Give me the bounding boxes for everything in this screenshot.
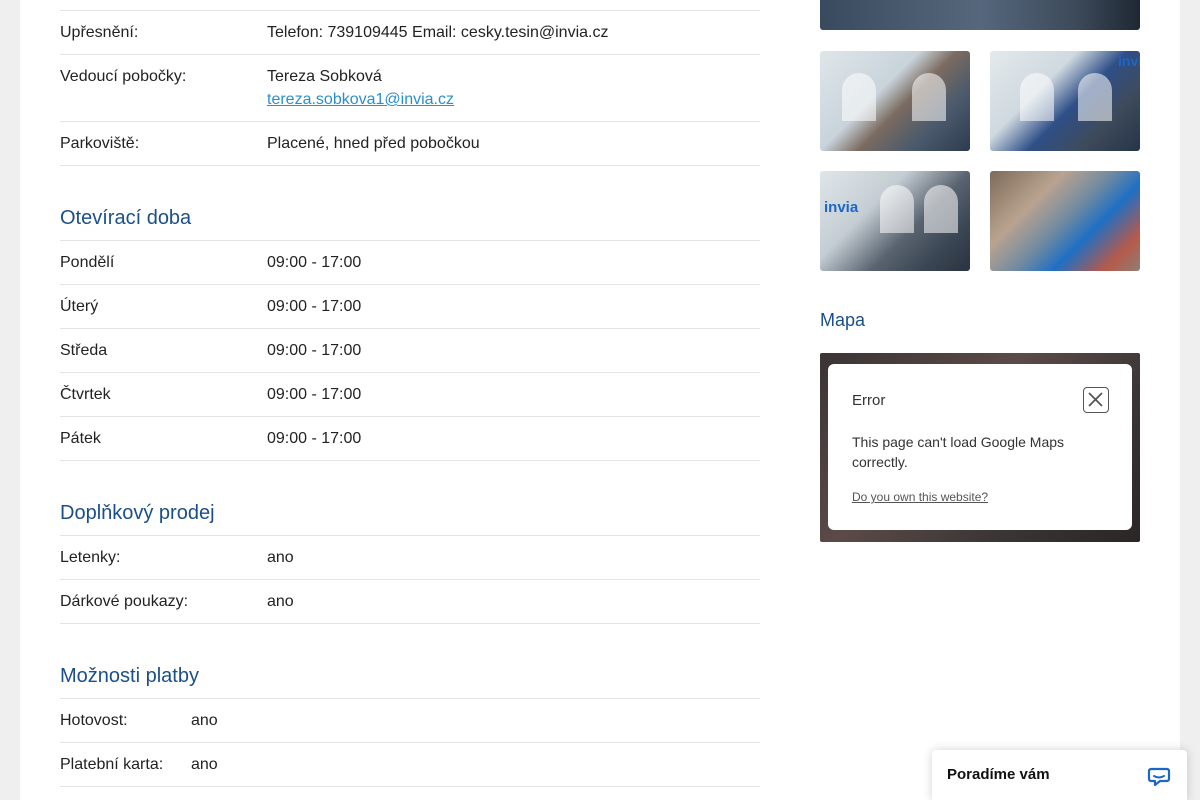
- detail-label: Vedoucí pobočky:: [60, 68, 187, 85]
- hours-value: 09:00 - 17:00: [267, 254, 362, 271]
- day-label: Středa: [60, 342, 108, 359]
- map-error-message: This page can't load Google Maps correct…: [852, 434, 1065, 470]
- payment-label: Platební karta:: [60, 756, 164, 773]
- window-arch: [1020, 73, 1054, 121]
- hours-value: 09:00 - 17:00: [267, 298, 362, 315]
- divider: [60, 10, 760, 11]
- map-error-help-link[interactable]: Do you own this website?: [852, 490, 988, 504]
- window-arch: [1078, 73, 1112, 121]
- hours-row: Středa 09:00 - 17:00: [60, 339, 760, 373]
- day-label: Čtvrtek: [60, 386, 111, 403]
- window-arch: [912, 73, 946, 121]
- hours-row: Úterý 09:00 - 17:00: [60, 295, 760, 329]
- detail-value: Placené, hned před pobočkou: [267, 135, 480, 152]
- extra-sales-row: Letenky: ano: [60, 546, 760, 580]
- hours-row: Pátek 09:00 - 17:00: [60, 427, 760, 461]
- hours-row: Čtvrtek 09:00 - 17:00: [60, 383, 760, 417]
- detail-label: Upřesnění:: [60, 24, 139, 41]
- extra-value: ano: [267, 549, 294, 566]
- detail-row-manager: Vedoucí pobočky: Tereza Sobková tereza.s…: [60, 65, 760, 122]
- chat-widget[interactable]: Poradíme vám: [932, 750, 1187, 800]
- window-arch: [924, 185, 958, 233]
- gallery-photo-office-desk[interactable]: invia: [820, 171, 970, 271]
- payment-value: ano: [191, 712, 218, 729]
- day-label: Pátek: [60, 430, 101, 447]
- map-error-title: Error: [852, 392, 886, 409]
- hours-value: 09:00 - 17:00: [267, 342, 362, 359]
- payment-row: Hotovost: ano: [60, 709, 760, 743]
- section-title-extra-sales: Doplňkový prodej: [60, 501, 760, 536]
- gallery-photo-office-interior[interactable]: [820, 51, 970, 151]
- payment-value: ano: [191, 756, 218, 773]
- map-error-dialog: Error This page can't load Google Maps c…: [828, 364, 1132, 530]
- window-arch: [880, 185, 914, 233]
- hours-row: Pondělí 09:00 - 17:00: [60, 251, 760, 285]
- invia-logo: invia: [824, 199, 859, 216]
- page-card: Upřesnění: Telefon: 739109445 Email: ces…: [20, 0, 1180, 800]
- hours-value: 09:00 - 17:00: [267, 386, 362, 403]
- extra-sales-row: Dárkové poukazy: ano: [60, 590, 760, 624]
- gallery-photo-storefront[interactable]: [990, 171, 1140, 271]
- extra-label: Dárkové poukazy:: [60, 593, 189, 610]
- manager-email-link[interactable]: tereza.sobkova1@invia.cz: [267, 88, 454, 111]
- detail-row-note: Upřesnění: Telefon: 739109445 Email: ces…: [60, 21, 760, 55]
- extra-value: ano: [267, 593, 294, 610]
- chat-bubble-icon[interactable]: [1147, 764, 1171, 788]
- close-icon[interactable]: [1083, 387, 1109, 413]
- manager-name: Tereza Sobková: [267, 68, 382, 85]
- detail-label: Parkoviště:: [60, 135, 140, 152]
- day-label: Pondělí: [60, 254, 115, 271]
- section-title-payment: Možnosti platby: [60, 664, 760, 699]
- map-title: Mapa: [820, 310, 866, 330]
- chat-label: Poradíme vám: [947, 766, 1050, 783]
- detail-row-parking: Parkoviště: Placené, hned před pobočkou: [60, 132, 760, 166]
- gallery-photo-office-seating[interactable]: invia: [990, 51, 1140, 151]
- hours-value: 09:00 - 17:00: [267, 430, 362, 447]
- section-title-opening-hours: Otevírací doba: [60, 206, 760, 241]
- extra-label: Letenky:: [60, 549, 121, 566]
- gallery-photo-top[interactable]: [820, 0, 1140, 30]
- day-label: Úterý: [60, 298, 99, 315]
- window-arch: [842, 73, 876, 121]
- map-embed[interactable]: Error This page can't load Google Maps c…: [820, 353, 1140, 542]
- payment-label: Hotovost:: [60, 712, 128, 729]
- detail-value: Telefon: 739109445 Email: cesky.tesin@in…: [267, 24, 609, 41]
- invia-logo: invia: [1118, 53, 1140, 69]
- payment-row: Platební karta: ano: [60, 753, 760, 787]
